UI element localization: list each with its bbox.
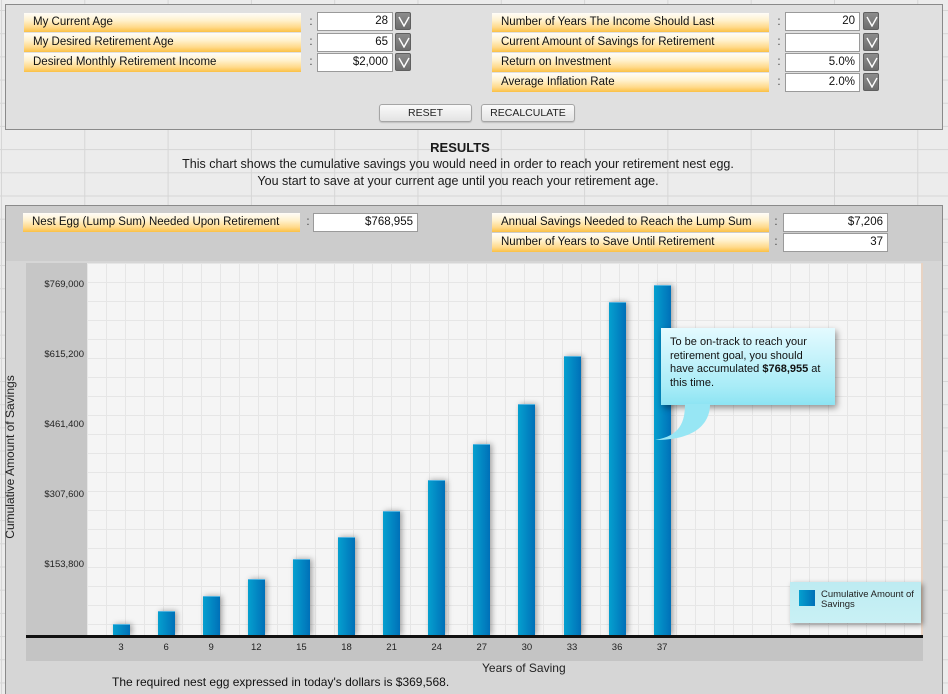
separator: : [306,216,310,228]
inflation-rate-input[interactable]: 2.0% [785,73,860,92]
callout-tail [655,404,710,440]
inflation-rate-label: Average Inflation Rate [492,73,769,92]
x-tick-label: 15 [296,642,307,653]
current-savings-dropdown[interactable] [863,33,879,51]
separator: : [309,16,313,28]
x-axis: 3 6 9 12 15 18 21 24 27 30 33 36 37 [26,638,923,661]
results-description-line2: You start to save at your current age un… [257,174,659,188]
bar-year-24[interactable] [428,479,446,635]
retirement-age-input[interactable]: 65 [317,33,393,52]
chevron-down-icon [866,77,878,88]
reset-button[interactable]: RESET [379,104,472,122]
x-tick-label: 27 [476,642,488,653]
inputs-panel: My Current Age : 28 My Desired Retiremen… [5,4,943,130]
y-tick-label: $153,800 [44,559,84,570]
return-on-investment-input[interactable]: 5.0% [785,53,860,72]
plot-area [87,263,923,635]
bar-year-15[interactable] [292,559,310,635]
y-tick-label: $307,600 [44,489,84,500]
y-axis-title: Cumulative Amount of Savings [3,375,17,539]
chevron-down-icon [398,16,410,27]
nest-egg-value: $768,955 [313,213,418,232]
x-tick-label: 30 [521,642,533,653]
y-tick-label: $615,200 [44,349,84,360]
separator: : [309,56,313,68]
monthly-income-dropdown[interactable] [395,53,411,71]
results-summary: Nest Egg (Lump Sum) Needed Upon Retireme… [6,206,942,261]
callout-amount: $768,955 [762,363,809,375]
x-tick-label: 12 [251,642,262,653]
x-tick-label: 3 [118,642,124,653]
x-tick-label: 6 [163,642,169,653]
separator: : [777,16,781,28]
return-on-investment-label: Return on Investment [492,53,769,72]
chart-legend: Cumulative Amount of Savings [790,582,921,623]
legend-label: Cumulative Amount of Savings [821,589,914,610]
x-axis-title: Years of Saving [482,661,566,675]
chart: $153,800 $307,600 $461,400 $615,200 $769,000… [26,263,923,661]
x-tick-label: 37 [656,642,668,653]
return-on-investment-dropdown[interactable] [863,53,879,71]
separator: : [774,236,778,248]
bar-year-27[interactable] [473,444,491,635]
bar-year-6[interactable] [157,610,175,635]
monthly-income-label: Desired Monthly Retirement Income [24,53,301,72]
bar-year-3[interactable] [112,623,130,635]
current-age-dropdown[interactable] [395,12,411,30]
x-tick-label: 33 [566,642,578,653]
x-tick-label: 36 [611,642,623,653]
current-age-label: My Current Age [24,13,301,32]
current-savings-label: Current Amount of Savings for Retirement [492,33,769,52]
chevron-down-icon [398,37,410,48]
separator: : [309,36,313,48]
inflation-rate-dropdown[interactable] [863,73,879,91]
x-tick-label: 9 [208,642,214,653]
x-tick-label: 21 [386,642,397,653]
results-description-line1: This chart shows the cumulative savings … [182,157,734,171]
todays-dollars-note: The required nest egg expressed in today… [112,675,450,689]
y-tick-label: $461,400 [44,419,84,430]
chevron-down-icon [398,57,410,68]
years-to-save-value: 37 [783,233,888,252]
years-income-last-label: Number of Years The Income Should Last [492,13,769,32]
monthly-income-input[interactable]: $2,000 [317,53,393,72]
retirement-age-dropdown[interactable] [395,33,411,51]
years-income-last-input[interactable]: 20 [785,12,860,31]
recalculate-button[interactable]: RECALCULATE [481,104,575,122]
y-tick-label: $769,000 [44,279,84,290]
results-title: RESULTS [430,140,490,155]
retirement-age-label: My Desired Retirement Age [24,33,301,52]
x-tick-label: 18 [341,642,352,653]
current-age-input[interactable]: 28 [317,12,393,31]
separator: : [774,216,778,228]
x-tick-label: 24 [431,642,442,653]
bar-year-30[interactable] [518,404,536,635]
legend-swatch [799,590,815,606]
bar-year-18[interactable] [338,537,355,635]
bar-year-12[interactable] [247,579,265,635]
callout-tooltip: To be on-track to reach your retirement … [661,328,835,405]
separator: : [777,36,781,48]
years-income-last-dropdown[interactable] [863,12,879,30]
years-to-save-label: Number of Years to Save Until Retirement [492,233,769,252]
separator: : [777,76,781,88]
nest-egg-label: Nest Egg (Lump Sum) Needed Upon Retireme… [23,213,300,232]
bar-year-33[interactable] [563,356,581,635]
bar-year-36[interactable] [608,301,626,635]
chevron-down-icon [866,37,878,48]
chevron-down-icon [866,57,878,68]
current-savings-input[interactable] [785,33,860,52]
separator: : [777,56,781,68]
chevron-down-icon [866,16,878,27]
y-axis: $153,800 $307,600 $461,400 $615,200 $769,000 [26,263,87,637]
bar-year-9[interactable] [202,595,220,635]
annual-savings-value: $7,206 [783,213,888,232]
bar-year-21[interactable] [383,510,401,635]
annual-savings-label: Annual Savings Needed to Reach the Lump … [492,213,769,232]
